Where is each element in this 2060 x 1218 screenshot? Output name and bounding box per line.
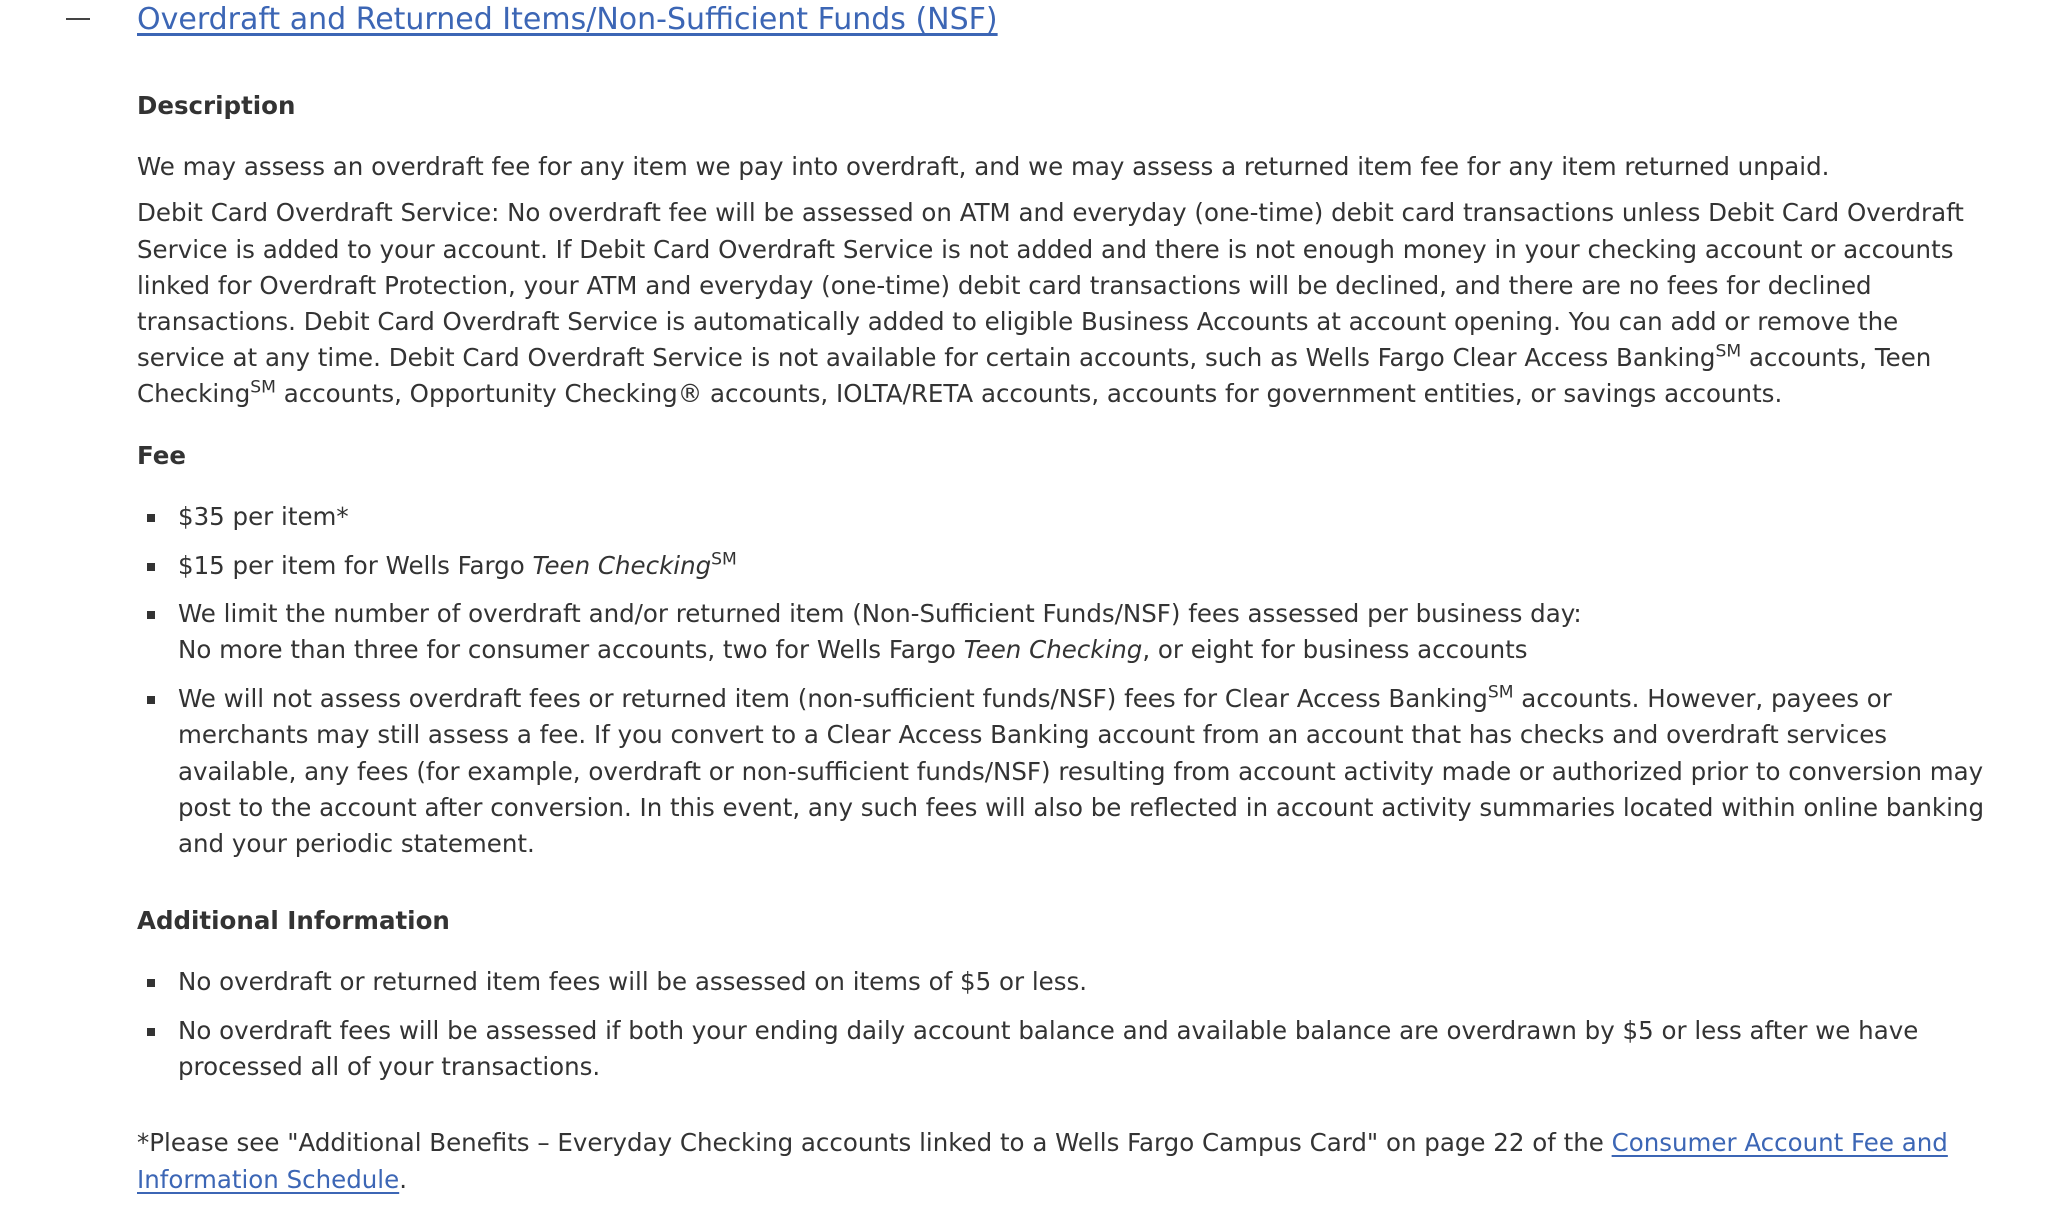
additional-information-heading: Additional Information bbox=[137, 906, 450, 936]
bullet-square-icon bbox=[147, 513, 155, 522]
fee-list-item: $35 per item* bbox=[137, 499, 1992, 535]
fee-heading: Fee bbox=[137, 440, 186, 470]
fee-item-text: No more than three for consumer accounts… bbox=[178, 635, 964, 665]
accordion-section: Overdraft and Returned Items/Non-Suffici… bbox=[0, 0, 2060, 1218]
bullet-square-icon bbox=[147, 696, 155, 705]
service-mark-sup: SM bbox=[1715, 341, 1742, 362]
fee-list-item: We limit the number of overdraft and/or … bbox=[137, 596, 1992, 668]
additional-list-item: No overdraft fees will be assessed if bo… bbox=[137, 1013, 1992, 1085]
bullet-square-icon bbox=[147, 611, 155, 620]
section-title-link[interactable]: Overdraft and Returned Items/Non-Suffici… bbox=[137, 0, 998, 40]
service-mark-sup: SM bbox=[711, 549, 737, 570]
fee-item-italic: Teen Checking bbox=[963, 635, 1143, 665]
additional-information-list: No overdraft or returned item fees will … bbox=[137, 964, 1992, 1085]
fee-list: $35 per item* $15 per item for Wells Far… bbox=[137, 499, 1992, 862]
footnote: *Please see "Additional Benefits – Every… bbox=[137, 1125, 1992, 1197]
fee-item-text: We will not assess overdraft fees or ret… bbox=[178, 684, 1488, 714]
fee-list-item: We will not assess overdraft fees or ret… bbox=[137, 681, 1992, 862]
bullet-square-icon bbox=[147, 1028, 155, 1037]
description-paragraph-2-text-3: accounts, Opportunity Checking® accounts… bbox=[275, 379, 1783, 409]
fee-item-italic: Teen Checking bbox=[532, 550, 712, 580]
description-paragraph-2: Debit Card Overdraft Service: No overdra… bbox=[137, 195, 1992, 412]
minus-icon bbox=[66, 18, 90, 20]
fee-item-text: $15 per item for Wells Fargo bbox=[178, 550, 533, 580]
service-mark-sup: SM bbox=[1487, 682, 1514, 703]
description-heading: Description bbox=[137, 91, 296, 120]
description-paragraph-2-text-1: Debit Card Overdraft Service: No overdra… bbox=[137, 198, 1964, 373]
fee-item-text: $35 per item* bbox=[178, 501, 349, 531]
fee-list-item: $15 per item for Wells Fargo Teen Checki… bbox=[137, 548, 1992, 584]
footnote-end: . bbox=[399, 1164, 407, 1194]
collapse-toggle[interactable] bbox=[64, 4, 92, 34]
footnote-text: *Please see "Additional Benefits – Every… bbox=[137, 1128, 1612, 1158]
service-mark-sup: SM bbox=[250, 378, 276, 398]
additional-item-text: No overdraft or returned item fees will … bbox=[178, 967, 1088, 997]
additional-item-text: No overdraft fees will be assessed if bo… bbox=[178, 1016, 1919, 1082]
bullet-square-icon bbox=[147, 562, 155, 571]
additional-list-item: No overdraft or returned item fees will … bbox=[137, 964, 1992, 1000]
section-content: Description We may assess an overdraft f… bbox=[137, 88, 1992, 1198]
fee-item-text: , or eight for business accounts bbox=[1142, 635, 1528, 665]
fee-item-text: We limit the number of overdraft and/or … bbox=[178, 599, 1582, 629]
bullet-square-icon bbox=[147, 979, 155, 988]
description-paragraph-1: We may assess an overdraft fee for any i… bbox=[137, 152, 1830, 182]
